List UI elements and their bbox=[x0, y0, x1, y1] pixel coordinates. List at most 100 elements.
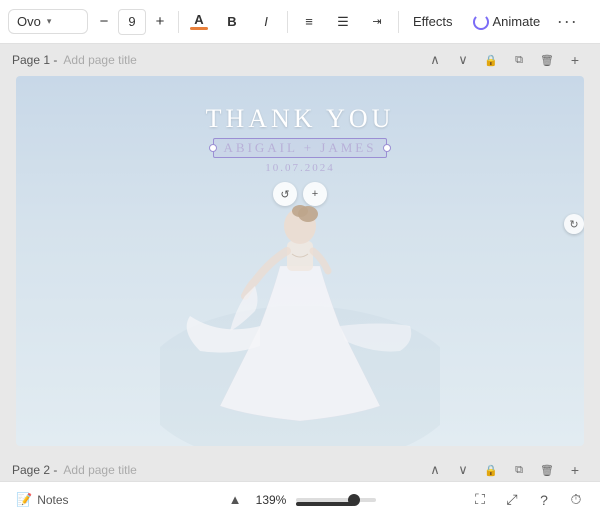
font-name-label: Ovo bbox=[17, 14, 41, 29]
timer-icon: ⏱ bbox=[571, 491, 582, 508]
page2-label-row: Page 2 - Add page title ∧ ∨ 🔒 ⧉ bbox=[8, 454, 592, 481]
page2-lock-button[interactable]: 🔒 bbox=[478, 457, 504, 481]
page1-add-button[interactable]: + bbox=[562, 47, 588, 73]
page1-up-button[interactable]: ∧ bbox=[422, 47, 448, 73]
help-button[interactable]: ? bbox=[530, 486, 558, 514]
list-button[interactable]: ☰ bbox=[328, 7, 358, 37]
page1-label-row: Page 1 - Add page title ∧ ∨ 🔒 ⧉ bbox=[8, 44, 592, 76]
bold-button[interactable]: B bbox=[217, 7, 247, 37]
zoom-out-button[interactable]: ▲ bbox=[224, 489, 246, 511]
rotate-icon[interactable]: ↻ bbox=[564, 214, 584, 234]
page2-section: Page 2 - Add page title ∧ ∨ 🔒 ⧉ bbox=[0, 454, 600, 481]
canvas-page1[interactable]: THANK YOU ABIGAIL + JAMES 10.07.2024 bbox=[16, 76, 584, 446]
page1-number-label: Page 1 - bbox=[12, 53, 57, 67]
font-size-increase-button[interactable]: + bbox=[148, 10, 172, 34]
page1-actions: ∧ ∨ 🔒 ⧉ 🗑 + bbox=[422, 47, 588, 73]
more-options-button[interactable]: ··· bbox=[552, 7, 582, 37]
animate-label: Animate bbox=[493, 14, 541, 29]
notes-label: Notes bbox=[37, 493, 68, 507]
page1-label-left: Page 1 - Add page title bbox=[12, 53, 137, 67]
timer-button[interactable]: ⏱ bbox=[562, 486, 590, 514]
align-icon: ≡ bbox=[305, 14, 313, 29]
font-size-control: − + bbox=[92, 9, 172, 35]
page1-delete-button[interactable]: 🗑 bbox=[534, 47, 560, 73]
down-arrow-icon: ∨ bbox=[458, 52, 468, 68]
resize-handle-left[interactable] bbox=[209, 144, 217, 152]
page1-section: Page 1 - Add page title ∧ ∨ 🔒 ⧉ bbox=[0, 44, 600, 446]
italic-label: I bbox=[264, 14, 268, 29]
canvas-page1-container: THANK YOU ABIGAIL + JAMES 10.07.2024 bbox=[16, 76, 584, 446]
expand-icon: ⤢ bbox=[506, 491, 517, 508]
zoom-out-icon: ▲ bbox=[229, 492, 242, 507]
page1-copy-button[interactable]: ⧉ bbox=[506, 47, 532, 73]
page2-add-icon: + bbox=[571, 462, 579, 478]
page2-down-button[interactable]: ∨ bbox=[450, 457, 476, 481]
list-icon: ☰ bbox=[337, 14, 349, 30]
page2-up-button[interactable]: ∧ bbox=[422, 457, 448, 481]
delete-icon: 🗑 bbox=[540, 54, 554, 67]
more-icon: ··· bbox=[557, 11, 578, 32]
zoom-value-label: 139% bbox=[254, 493, 288, 507]
page2-up-arrow-icon: ∧ bbox=[430, 462, 440, 478]
indent-icon: ⇥ bbox=[372, 15, 381, 28]
page2-label-left: Page 2 - Add page title bbox=[12, 463, 137, 477]
copy-icon: ⧉ bbox=[515, 54, 523, 67]
page2-copy-button[interactable]: ⧉ bbox=[506, 457, 532, 481]
font-selector[interactable]: Ovo ▾ bbox=[8, 9, 88, 34]
font-color-button[interactable]: A bbox=[185, 7, 213, 37]
italic-button[interactable]: I bbox=[251, 7, 281, 37]
zoom-slider-fill bbox=[296, 502, 354, 506]
font-color-label: A bbox=[194, 13, 203, 26]
page2-number-label: Page 2 - bbox=[12, 463, 57, 477]
zoom-slider[interactable] bbox=[296, 498, 376, 502]
page1-down-button[interactable]: ∨ bbox=[450, 47, 476, 73]
expand-button[interactable]: ⤢ bbox=[498, 486, 526, 514]
main-editing-area: Page 1 - Add page title ∧ ∨ 🔒 ⧉ bbox=[0, 44, 600, 481]
bottom-right: ⛶ ⤢ ? ⏱ bbox=[466, 486, 590, 514]
toolbar-divider-3 bbox=[398, 11, 399, 33]
names-text-box[interactable]: ABIGAIL + JAMES bbox=[213, 138, 388, 158]
date-text: 10.07.2024 bbox=[265, 162, 335, 174]
bold-label: B bbox=[227, 14, 236, 29]
font-color-indicator bbox=[190, 27, 208, 30]
notes-icon: 📝 bbox=[16, 492, 32, 508]
font-size-input[interactable] bbox=[118, 9, 146, 35]
page1-add-title[interactable]: Add page title bbox=[63, 53, 136, 67]
animate-button[interactable]: Animate bbox=[465, 10, 549, 34]
page2-add-button[interactable]: + bbox=[562, 457, 588, 481]
names-text: ABIGAIL + JAMES bbox=[224, 140, 377, 156]
bottom-bar: 📝 Notes ▲ 139% ⛶ ⤢ ? ⏱ bbox=[0, 481, 600, 517]
resize-handle-right[interactable] bbox=[383, 144, 391, 152]
page2-copy-icon: ⧉ bbox=[515, 464, 523, 477]
thank-you-text: THANK YOU bbox=[206, 104, 395, 134]
page2-add-title[interactable]: Add page title bbox=[63, 463, 136, 477]
page2-delete-icon: 🗑 bbox=[540, 464, 554, 477]
page2-down-arrow-icon: ∨ bbox=[458, 462, 468, 478]
font-selector-chevron: ▾ bbox=[47, 16, 52, 27]
up-arrow-icon: ∧ bbox=[430, 52, 440, 68]
notes-button[interactable]: 📝 Notes bbox=[10, 488, 75, 512]
lock-icon: 🔒 bbox=[484, 54, 498, 67]
zoom-slider-thumb[interactable] bbox=[348, 494, 360, 506]
toolbar-divider-2 bbox=[287, 11, 288, 33]
page1-lock-button[interactable]: 🔒 bbox=[478, 47, 504, 73]
bottom-left: 📝 Notes bbox=[10, 488, 75, 512]
add-page-icon: + bbox=[571, 52, 579, 68]
fullscreen-button[interactable]: ⛶ bbox=[466, 486, 494, 514]
bottom-center: ▲ 139% bbox=[224, 489, 376, 511]
font-size-decrease-button[interactable]: − bbox=[92, 10, 116, 34]
effects-label: Effects bbox=[413, 14, 453, 29]
animate-icon bbox=[473, 14, 489, 30]
help-icon: ? bbox=[540, 492, 548, 508]
effects-button[interactable]: Effects bbox=[405, 10, 461, 33]
page2-delete-button[interactable]: 🗑 bbox=[534, 457, 560, 481]
canvas-scroll-handle: ↻ bbox=[564, 214, 584, 234]
indent-button[interactable]: ⇥ bbox=[362, 7, 392, 37]
page2-lock-icon: 🔒 bbox=[484, 464, 498, 477]
align-button[interactable]: ≡ bbox=[294, 7, 324, 37]
page2-actions: ∧ ∨ 🔒 ⧉ 🗑 + bbox=[422, 457, 588, 481]
toolbar-divider-1 bbox=[178, 11, 179, 33]
main-toolbar: Ovo ▾ − + A B I ≡ ☰ ⇥ Effects Animate bbox=[0, 0, 600, 44]
fullscreen-icon: ⛶ bbox=[475, 491, 485, 508]
names-text-wrapper: ABIGAIL + JAMES bbox=[213, 138, 388, 158]
